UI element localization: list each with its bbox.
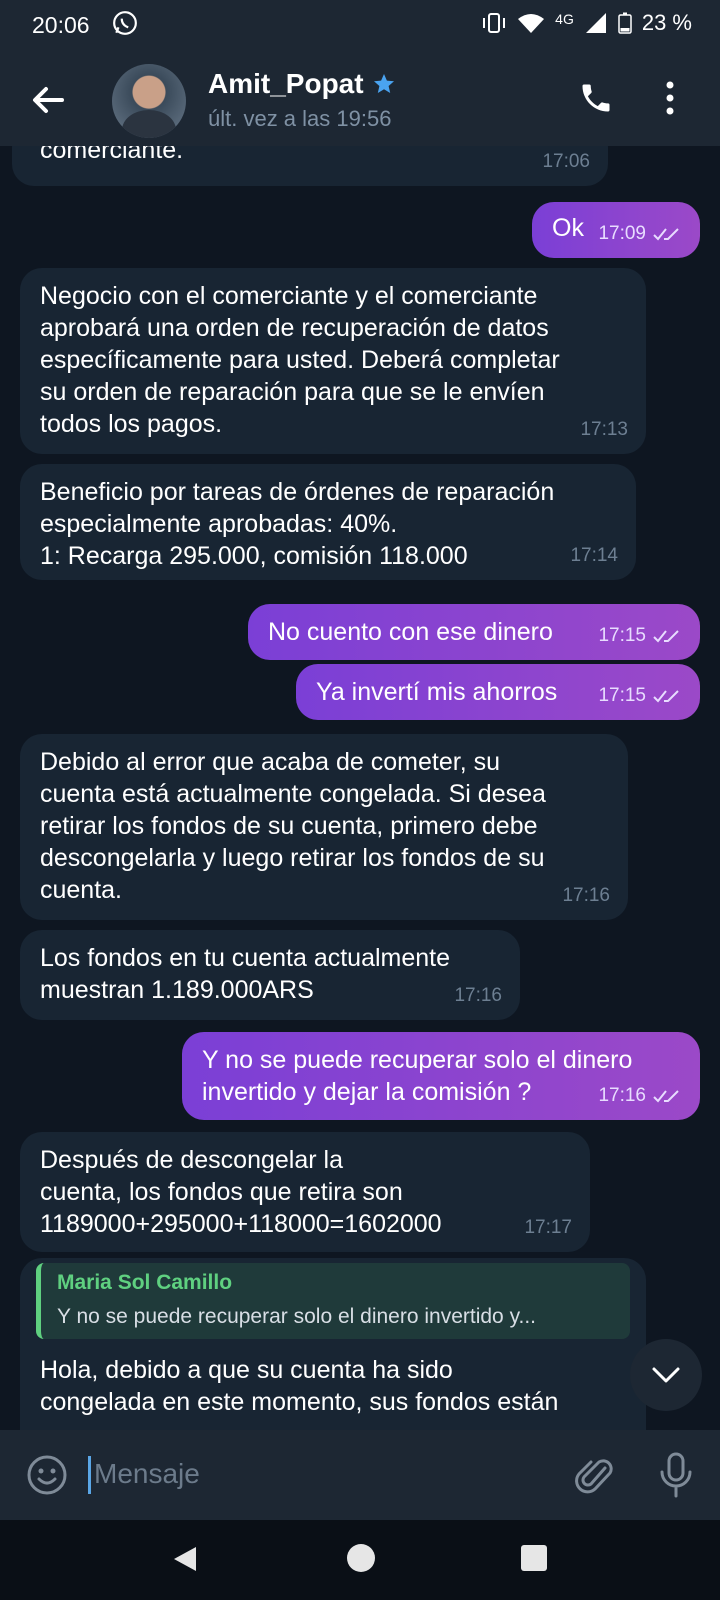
message-input-bar: Mensaje <box>0 1430 720 1520</box>
read-double-check-icon <box>653 630 679 643</box>
network-type: 4G <box>555 11 574 27</box>
message-bubble-incoming[interactable]: Después de descongelar la cuenta, los fo… <box>20 1132 590 1252</box>
status-time: 20:06 <box>32 12 90 38</box>
message-text: Negocio con el comerciante y el comercia… <box>40 282 560 438</box>
read-double-check-icon <box>653 1090 679 1103</box>
message-time: 17:16 <box>562 885 610 906</box>
phone-call-icon[interactable] <box>578 80 614 116</box>
microphone-icon[interactable] <box>658 1452 694 1498</box>
message-bubble-outgoing[interactable]: No cuento con ese dinero 17:15 <box>248 604 700 660</box>
message-text: Hola, debido a que su cuenta ha sido con… <box>40 1356 559 1416</box>
chevron-down-icon <box>652 1367 680 1383</box>
back-arrow-icon[interactable] <box>28 80 68 120</box>
read-double-check-icon <box>653 228 679 241</box>
message-text: Los fondos en tu cuenta actualmente mues… <box>40 944 451 1004</box>
reply-quote-text: Y no se puede recuperar solo el dinero i… <box>57 1305 537 1328</box>
message-bubble-outgoing[interactable]: Ya invertí mis ahorros 17:15 <box>296 664 700 720</box>
message-time: 17:09 <box>598 218 682 250</box>
premium-star-icon <box>373 74 394 93</box>
message-time: 17:15 <box>598 620 682 652</box>
nav-back-icon[interactable] <box>170 1544 200 1574</box>
message-text: Beneficio por tareas de órdenes de repar… <box>40 478 555 570</box>
message-text: Debido al error que acaba de cometer, su… <box>40 748 546 904</box>
message-time: 17:06 <box>542 151 590 172</box>
whatsapp-notification-icon <box>113 11 137 35</box>
message-bubble-incoming[interactable]: Negocio con el comerciante y el comercia… <box>20 268 646 454</box>
reply-quote-name: Maria Sol Camillo <box>57 1271 233 1294</box>
message-text: comerciante. <box>40 146 184 164</box>
more-options-icon[interactable] <box>665 80 675 116</box>
message-text: Ok <box>552 214 584 242</box>
text-cursor <box>88 1456 91 1494</box>
message-bubble-outgoing[interactable]: Ok 17:09 <box>532 202 700 258</box>
message-bubble-incoming[interactable]: Debido al error que acaba de cometer, su… <box>20 734 628 920</box>
contact-name-row[interactable]: Amit_Popat <box>208 68 396 100</box>
reply-quote[interactable]: Maria Sol Camillo Y no se puede recupera… <box>36 1263 630 1339</box>
message-text: Después de descongelar la cuenta, los fo… <box>40 1146 442 1238</box>
vibrate-icon <box>483 13 506 33</box>
message-time: 17:13 <box>580 419 628 440</box>
android-navigation-bar <box>0 1520 720 1600</box>
nav-home-icon[interactable] <box>347 1544 375 1572</box>
chat-area[interactable]: comerciante. 17:06 Ok 17:09 Negocio con … <box>0 146 720 1430</box>
last-seen-status: últ. vez a las 19:56 <box>208 106 392 131</box>
message-time: 17:17 <box>524 1217 572 1238</box>
paperclip-icon[interactable] <box>575 1454 615 1498</box>
message-bubble-incoming[interactable]: Los fondos en tu cuenta actualmente mues… <box>20 930 520 1020</box>
battery-icon <box>618 12 632 34</box>
signal-icon <box>585 13 606 33</box>
contact-avatar[interactable] <box>112 64 186 138</box>
nav-recents-icon[interactable] <box>521 1545 547 1571</box>
emoji-icon[interactable] <box>26 1454 68 1496</box>
battery-percent: 23 % <box>641 10 692 35</box>
message-time: 17:16 <box>598 1080 682 1112</box>
status-bar: 20:06 4G 23 % <box>0 0 720 52</box>
message-time: 17:15 <box>598 680 682 712</box>
contact-name: Amit_Popat <box>208 68 364 99</box>
message-time: 17:14 <box>570 545 618 566</box>
wifi-icon <box>518 14 545 33</box>
message-input[interactable]: Mensaje <box>94 1458 200 1490</box>
chat-header: Amit_Popat últ. vez a las 19:56 <box>0 52 720 146</box>
message-bubble-incoming[interactable]: comerciante. 17:06 <box>12 146 608 186</box>
scroll-down-button[interactable] <box>630 1339 702 1411</box>
status-icons: 4G 23 % <box>481 10 692 36</box>
read-double-check-icon <box>653 690 679 703</box>
message-time: 17:16 <box>454 985 502 1006</box>
message-bubble-incoming[interactable]: Beneficio por tareas de órdenes de repar… <box>20 464 636 580</box>
message-bubble-outgoing[interactable]: Y no se puede recuperar solo el dinero i… <box>182 1032 700 1120</box>
